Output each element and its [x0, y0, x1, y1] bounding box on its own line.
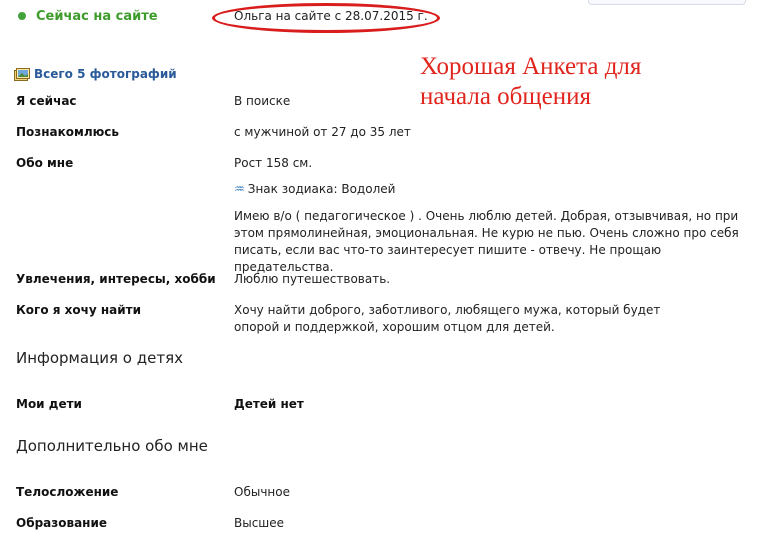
photo-album-icon — [14, 67, 30, 81]
now-label: Я сейчас — [16, 94, 77, 108]
about-height: Рост 158 см. — [234, 156, 313, 170]
children-section-title: Информация о детях — [16, 349, 183, 367]
top-right-panel-edge — [588, 0, 746, 5]
online-dot-icon — [18, 12, 26, 20]
hobby-value: Люблю путешествовать. — [234, 272, 391, 286]
my-kids-label: Мои дети — [16, 397, 82, 411]
online-status: Сейчас на сайте — [18, 7, 158, 25]
aquarius-zodiac-icon: ♒ — [234, 182, 245, 196]
about-text: Имею в/о ( педагогическое ) . Очень любл… — [234, 209, 739, 274]
build-label: Телосложение — [16, 485, 119, 499]
meet-value: с мужчиной от 27 до 35 лет — [234, 125, 411, 139]
annotation-line-2: начала общения — [420, 83, 592, 110]
seek-label: Кого я хочу найти — [16, 303, 142, 317]
photos-link-row[interactable]: Всего 5 фотографий — [14, 67, 177, 81]
annotation-line-1: Хорошая Анкета для — [420, 53, 642, 80]
hobby-label: Увлечения, интересы, хобби — [16, 272, 216, 286]
now-value: В поиске — [234, 94, 291, 108]
handwritten-annotation: Хорошая Анкета для начала общения — [420, 52, 641, 112]
edu-label: Образование — [16, 516, 108, 530]
about-zodiac-row: ♒ Знак зодиака: Водолей — [234, 181, 395, 198]
edu-value: Высшее — [234, 516, 285, 530]
seek-value: Хочу найти доброго, заботливого, любящег… — [234, 303, 661, 334]
extra-section-title: Дополнительно обо мне — [16, 437, 208, 455]
meet-label: Познакомлюсь — [16, 125, 120, 139]
about-zodiac: Знак зодиака: Водолей — [247, 182, 396, 196]
my-kids-value: Детей нет — [234, 397, 304, 411]
about-label: Обо мне — [16, 156, 74, 170]
red-highlight-ellipse — [212, 3, 440, 33]
online-status-label: Сейчас на сайте — [36, 8, 158, 24]
build-value: Обычное — [234, 485, 290, 499]
all-photos-link[interactable]: Всего 5 фотографий — [34, 67, 177, 81]
